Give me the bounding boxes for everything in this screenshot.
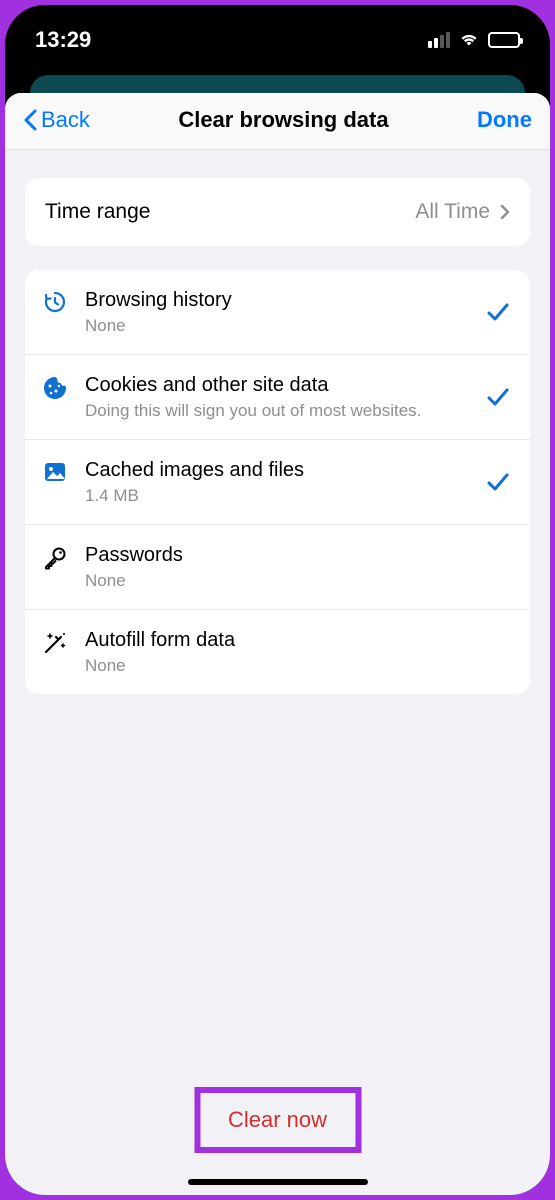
row-title: Autofill form data: [85, 627, 510, 653]
cookie-icon: [41, 375, 69, 401]
row-title: Cached images and files: [85, 457, 470, 483]
cookies-row[interactable]: Cookies and other site data Doing this w…: [25, 355, 530, 440]
status-time: 13:29: [35, 27, 91, 53]
time-range-label: Time range: [45, 200, 150, 224]
row-title: Cookies and other site data: [85, 372, 470, 398]
row-subtitle: None: [85, 315, 470, 337]
status-bar: 13:29: [5, 5, 550, 75]
status-icons: [428, 32, 520, 48]
row-title: Browsing history: [85, 287, 470, 313]
wand-icon: [41, 630, 69, 656]
checkmark-icon: [486, 387, 510, 407]
chevron-right-icon: [500, 204, 510, 220]
battery-icon: [488, 32, 520, 48]
row-subtitle: None: [85, 655, 510, 677]
page-title: Clear browsing data: [178, 107, 388, 133]
highlight-annotation: Clear now: [194, 1087, 361, 1153]
navigation-bar: Back Clear browsing data Done: [5, 93, 550, 150]
back-label: Back: [41, 107, 90, 133]
checkmark-icon: [486, 472, 510, 492]
data-types-section: Browsing history None: [25, 270, 530, 694]
cellular-signal-icon: [428, 32, 450, 48]
passwords-row[interactable]: Passwords None: [25, 525, 530, 610]
checkmark-icon: [486, 302, 510, 322]
history-icon: [41, 290, 69, 314]
row-subtitle: Doing this will sign you out of most web…: [85, 400, 470, 422]
time-range-value: All Time: [415, 200, 490, 224]
wifi-icon: [458, 32, 480, 48]
done-button[interactable]: Done: [477, 107, 532, 133]
row-subtitle: None: [85, 570, 510, 592]
row-subtitle: 1.4 MB: [85, 485, 470, 507]
back-button[interactable]: Back: [23, 107, 90, 133]
time-range-row[interactable]: Time range All Time: [25, 178, 530, 246]
home-indicator[interactable]: [188, 1179, 368, 1185]
time-range-section: Time range All Time: [25, 178, 530, 246]
row-title: Passwords: [85, 542, 510, 568]
browsing-history-row[interactable]: Browsing history None: [25, 270, 530, 355]
image-icon: [41, 460, 69, 484]
background-app-peek: [30, 75, 525, 93]
key-icon: [41, 545, 69, 571]
cached-images-row[interactable]: Cached images and files 1.4 MB: [25, 440, 530, 525]
autofill-row[interactable]: Autofill form data None: [25, 610, 530, 694]
clear-now-button[interactable]: Clear now: [228, 1107, 327, 1133]
